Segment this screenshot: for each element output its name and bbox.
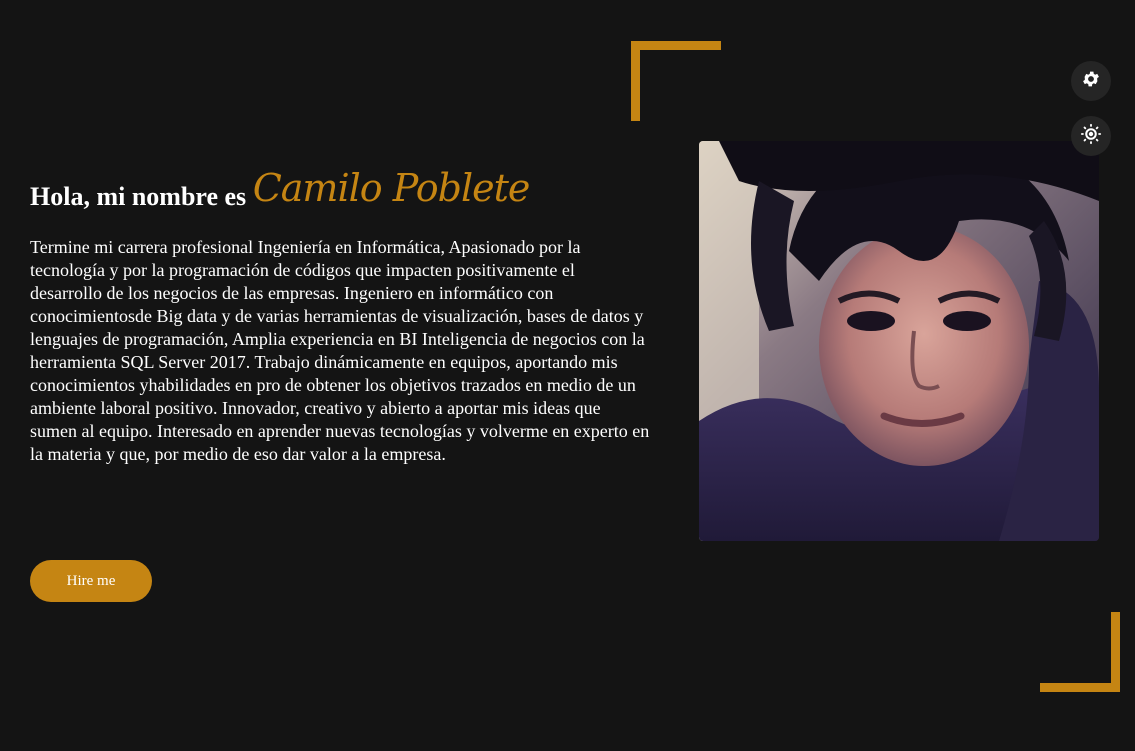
theme-toggle-button[interactable] (1071, 116, 1111, 156)
profile-photo (699, 141, 1099, 541)
decorative-corner-top (631, 41, 721, 121)
sun-icon (1080, 123, 1102, 149)
gear-icon (1081, 69, 1101, 93)
hero-heading: Hola, mi nombre es Camilo Poblete (30, 160, 531, 229)
hero-name: Camilo Poblete (252, 166, 531, 210)
hire-me-button[interactable]: Hire me (30, 560, 152, 602)
bio-paragraph: Termine mi carrera profesional Ingenierí… (30, 237, 650, 464)
decorative-corner-bottom (1040, 612, 1120, 692)
greeting-text: Hola, mi nombre es (30, 182, 247, 211)
settings-button[interactable] (1071, 61, 1111, 101)
